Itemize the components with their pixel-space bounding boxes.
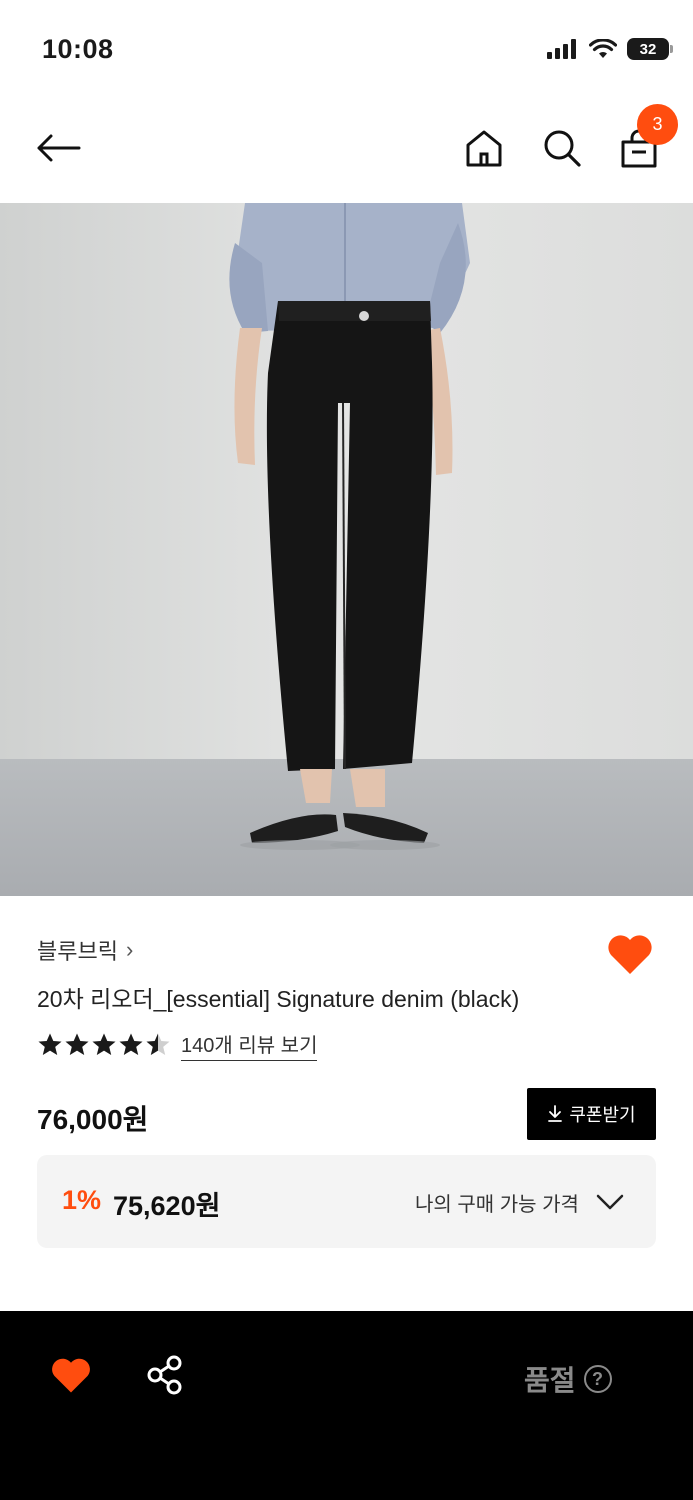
product-photo [0, 203, 693, 896]
status-bar: 10:08 32 [0, 0, 693, 100]
cart-count-badge: 3 [637, 104, 678, 145]
best-price: 75,620원 [113, 1191, 221, 1221]
soldout-label: 품절 [524, 1365, 576, 1396]
home-button[interactable] [460, 124, 508, 172]
top-nav [0, 100, 693, 203]
help-icon[interactable]: ? [583, 1365, 612, 1393]
heart-icon [608, 935, 652, 974]
product-title: 20차 리오더_[essential] Signature denim (bla… [37, 986, 520, 1012]
back-button[interactable] [30, 124, 86, 172]
share-icon [147, 1355, 182, 1395]
soldout-status: 품절 ? [524, 1359, 612, 1399]
coupon-label: 쿠폰받기 [569, 1105, 636, 1125]
star-icon [146, 1033, 170, 1055]
rating-row: 140개 리뷰 보기 [37, 1029, 318, 1061]
status-icons: 32 [547, 38, 673, 60]
best-price-label: 나의 구매 가능 가격 [415, 1194, 579, 1216]
star-icon [119, 1033, 143, 1055]
signal-icon [547, 39, 576, 59]
brand-name: 블루브릭 [37, 939, 118, 964]
best-price-panel[interactable]: 1% 75,620원 나의 구매 가능 가격 [37, 1155, 656, 1248]
best-discount: 1% [62, 1185, 102, 1215]
chevron-down-icon[interactable] [595, 1187, 625, 1217]
wishlist-button[interactable] [606, 932, 654, 976]
share-button[interactable] [146, 1355, 184, 1395]
search-icon [544, 130, 581, 167]
arrow-left-icon [37, 134, 81, 162]
wifi-icon [589, 39, 617, 58]
bottom-action-bar: 품절 ? [0, 1311, 693, 1500]
download-icon [548, 1105, 563, 1122]
status-time: 10:08 [42, 34, 114, 64]
product-price: 76,000원 [37, 1104, 149, 1135]
chevron-right-icon: › [125, 937, 134, 962]
product-image[interactable] [0, 203, 693, 896]
star-rating [37, 1032, 171, 1058]
battery-level: 32 [639, 40, 657, 58]
bottom-wishlist-button[interactable] [50, 1355, 92, 1395]
heart-icon [52, 1358, 90, 1393]
battery-icon: 32 [627, 38, 673, 60]
review-link[interactable]: 140개 리뷰 보기 [181, 1029, 318, 1061]
star-icon [65, 1033, 89, 1055]
brand-link[interactable]: 블루브릭 › [37, 934, 133, 966]
coupon-button[interactable]: 쿠폰받기 [527, 1088, 656, 1140]
home-icon [466, 130, 502, 167]
star-icon [92, 1033, 116, 1055]
search-button[interactable] [538, 124, 586, 172]
star-icon [38, 1033, 62, 1055]
